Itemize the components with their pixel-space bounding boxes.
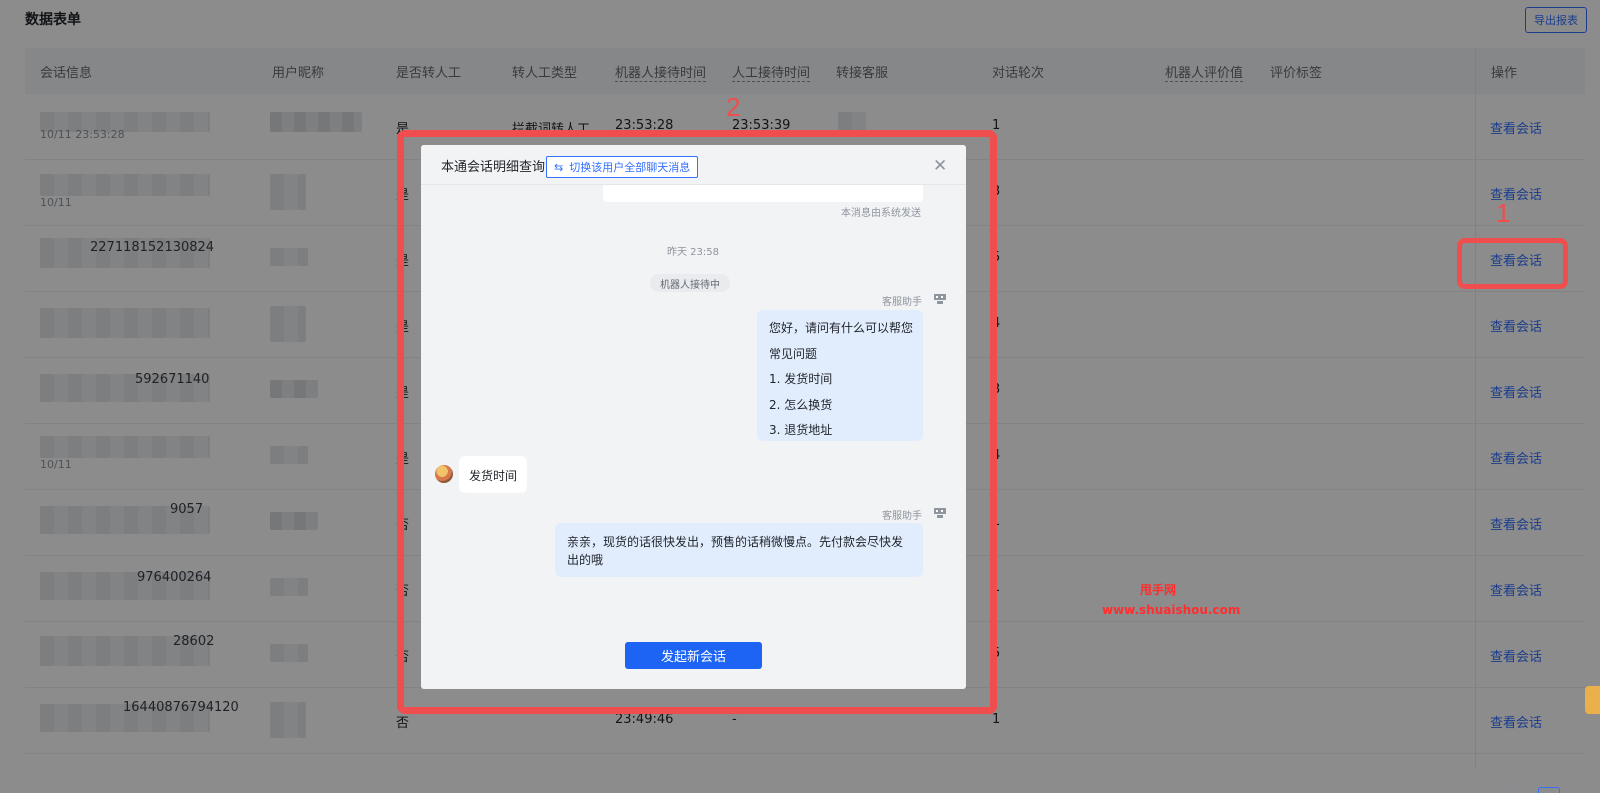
annotation-step-1: 1 <box>1496 198 1511 228</box>
watermark-name: 甩手网 <box>1140 583 1177 597</box>
annotation-highlight-1 <box>1457 238 1568 289</box>
floating-side-tab[interactable] <box>1585 686 1600 714</box>
annotation-highlight-2 <box>397 130 997 714</box>
annotation-step-2: 2 <box>726 92 741 122</box>
watermark-url: www.shuaishou.com <box>1102 603 1241 617</box>
pagination-prev[interactable] <box>1510 787 1532 793</box>
pagination-current[interactable] <box>1538 787 1560 793</box>
